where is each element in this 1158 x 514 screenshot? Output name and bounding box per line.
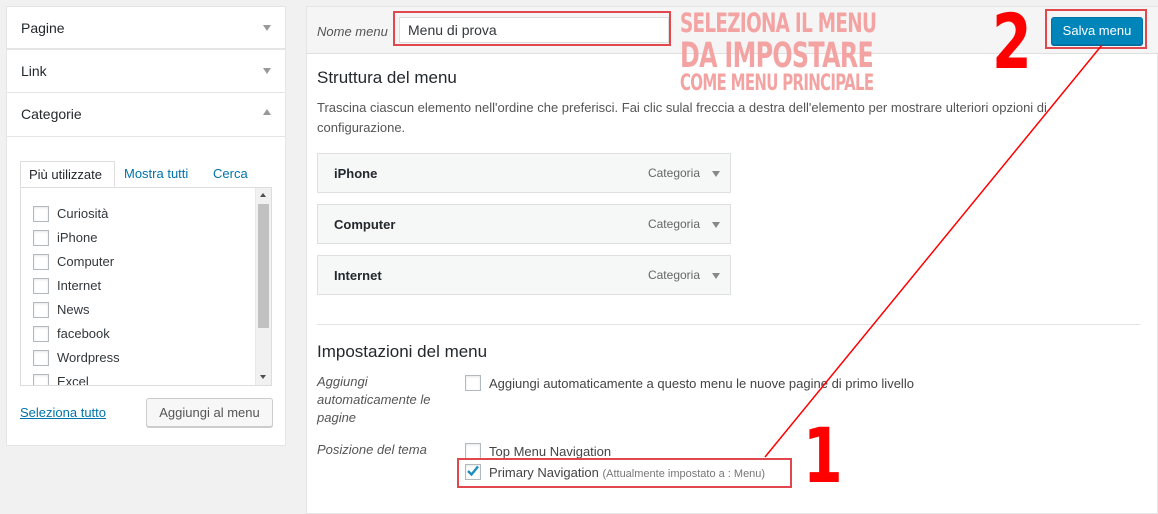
category-checkbox[interactable] <box>33 206 49 222</box>
primary-nav-checkbox[interactable] <box>465 464 481 480</box>
chevron-down-icon[interactable] <box>712 171 720 177</box>
chevron-down-icon <box>263 68 271 74</box>
checklist-scrollbar[interactable] <box>255 188 271 385</box>
step-1-label: 1 <box>803 411 843 500</box>
menu-item-type: Categoria <box>647 268 700 282</box>
category-label: Curiosità <box>57 206 109 221</box>
menu-item-type: Categoria <box>647 166 700 180</box>
checkmark-icon <box>467 465 479 477</box>
categorie-header[interactable]: Categorie <box>7 93 285 137</box>
menu-structure-title: Struttura del menu <box>317 68 457 87</box>
annotation-text-line2: DA IMPOSTARE <box>680 36 874 76</box>
top-menu-checkbox[interactable] <box>465 443 481 459</box>
menu-item-title: Internet <box>334 268 382 283</box>
primary-nav-name: Primary Navigation <box>489 465 599 480</box>
category-label: facebook <box>57 326 110 341</box>
menu-item-type: Categoria <box>647 217 700 231</box>
annotation-text-line3: COME MENU PRINCIPALE <box>680 71 874 96</box>
step-2-label: 2 <box>992 0 1032 86</box>
scroll-up-icon[interactable] <box>260 193 266 197</box>
link-header[interactable]: Link <box>7 50 285 93</box>
section-divider <box>317 324 1141 325</box>
category-checklist[interactable]: Curiosità iPhone Computer Internet News … <box>20 187 272 386</box>
chevron-down-icon[interactable] <box>712 222 720 228</box>
menu-name-input[interactable] <box>399 17 669 43</box>
category-checkbox[interactable] <box>33 374 49 385</box>
chevron-down-icon[interactable] <box>712 273 720 279</box>
menu-settings-title: Impostazioni del menu <box>317 342 488 361</box>
top-menu-label: Top Menu Navigation <box>489 444 612 459</box>
menu-item[interactable]: Computer Categoria <box>317 204 731 244</box>
theme-position-label: Posizione del tema <box>317 442 427 457</box>
category-checkbox[interactable] <box>33 254 49 270</box>
save-menu-button[interactable]: Salva menu <box>1051 17 1143 45</box>
category-label: News <box>57 302 90 317</box>
category-label: Wordpress <box>57 350 120 365</box>
menu-item[interactable]: iPhone Categoria <box>317 153 731 193</box>
category-checkbox[interactable] <box>33 302 49 318</box>
tab-cerca[interactable]: Cerca <box>213 161 248 187</box>
category-label: Internet <box>57 278 102 293</box>
annotation-text-line1: SELEZIONA IL MENU <box>680 8 877 39</box>
auto-add-label: Aggiungi automaticamente le pagine <box>317 374 431 425</box>
category-checkbox[interactable] <box>33 230 49 246</box>
menu-item[interactable]: Internet Categoria <box>317 255 731 295</box>
category-label: Computer <box>57 254 115 269</box>
chevron-up-icon <box>263 109 271 115</box>
categorie-title: Categorie <box>21 106 82 122</box>
category-checkbox[interactable] <box>33 278 49 294</box>
tab-piu-utilizzate[interactable]: Più utilizzate <box>20 161 115 187</box>
pagine-header[interactable]: Pagine <box>7 7 285 50</box>
category-checkbox[interactable] <box>33 326 49 342</box>
category-label: iPhone <box>57 230 98 245</box>
auto-add-checkbox[interactable] <box>465 375 481 391</box>
auto-add-text: Aggiungi automaticamente a questo menu l… <box>489 376 914 391</box>
scroll-down-icon[interactable] <box>260 375 266 379</box>
menu-item-title: iPhone <box>334 166 378 181</box>
menu-structure-description: Trascina ciascun elemento nell'ordine ch… <box>317 100 1047 135</box>
primary-nav-label: Primary Navigation (Attualmente impostat… <box>489 465 765 480</box>
link-title: Link <box>21 63 47 79</box>
category-checkbox[interactable] <box>33 350 49 366</box>
tab-mostra-tutti[interactable]: Mostra tutti <box>124 161 188 187</box>
primary-nav-note: (Attualmente impostato a : Menu) <box>602 468 766 480</box>
menu-item-title: Computer <box>334 217 396 232</box>
category-label: Excel <box>57 374 89 386</box>
pagine-section: Pagine <box>6 6 286 50</box>
link-section: Link <box>6 49 286 93</box>
chevron-down-icon <box>263 25 271 31</box>
menu-name-label: Nome menu <box>317 24 388 39</box>
add-to-menu-button[interactable]: Aggiungi al menu <box>146 398 273 427</box>
scrollbar-thumb[interactable] <box>258 204 269 328</box>
pagine-title: Pagine <box>21 20 65 36</box>
select-all-link[interactable]: Seleziona tutto <box>20 405 106 420</box>
